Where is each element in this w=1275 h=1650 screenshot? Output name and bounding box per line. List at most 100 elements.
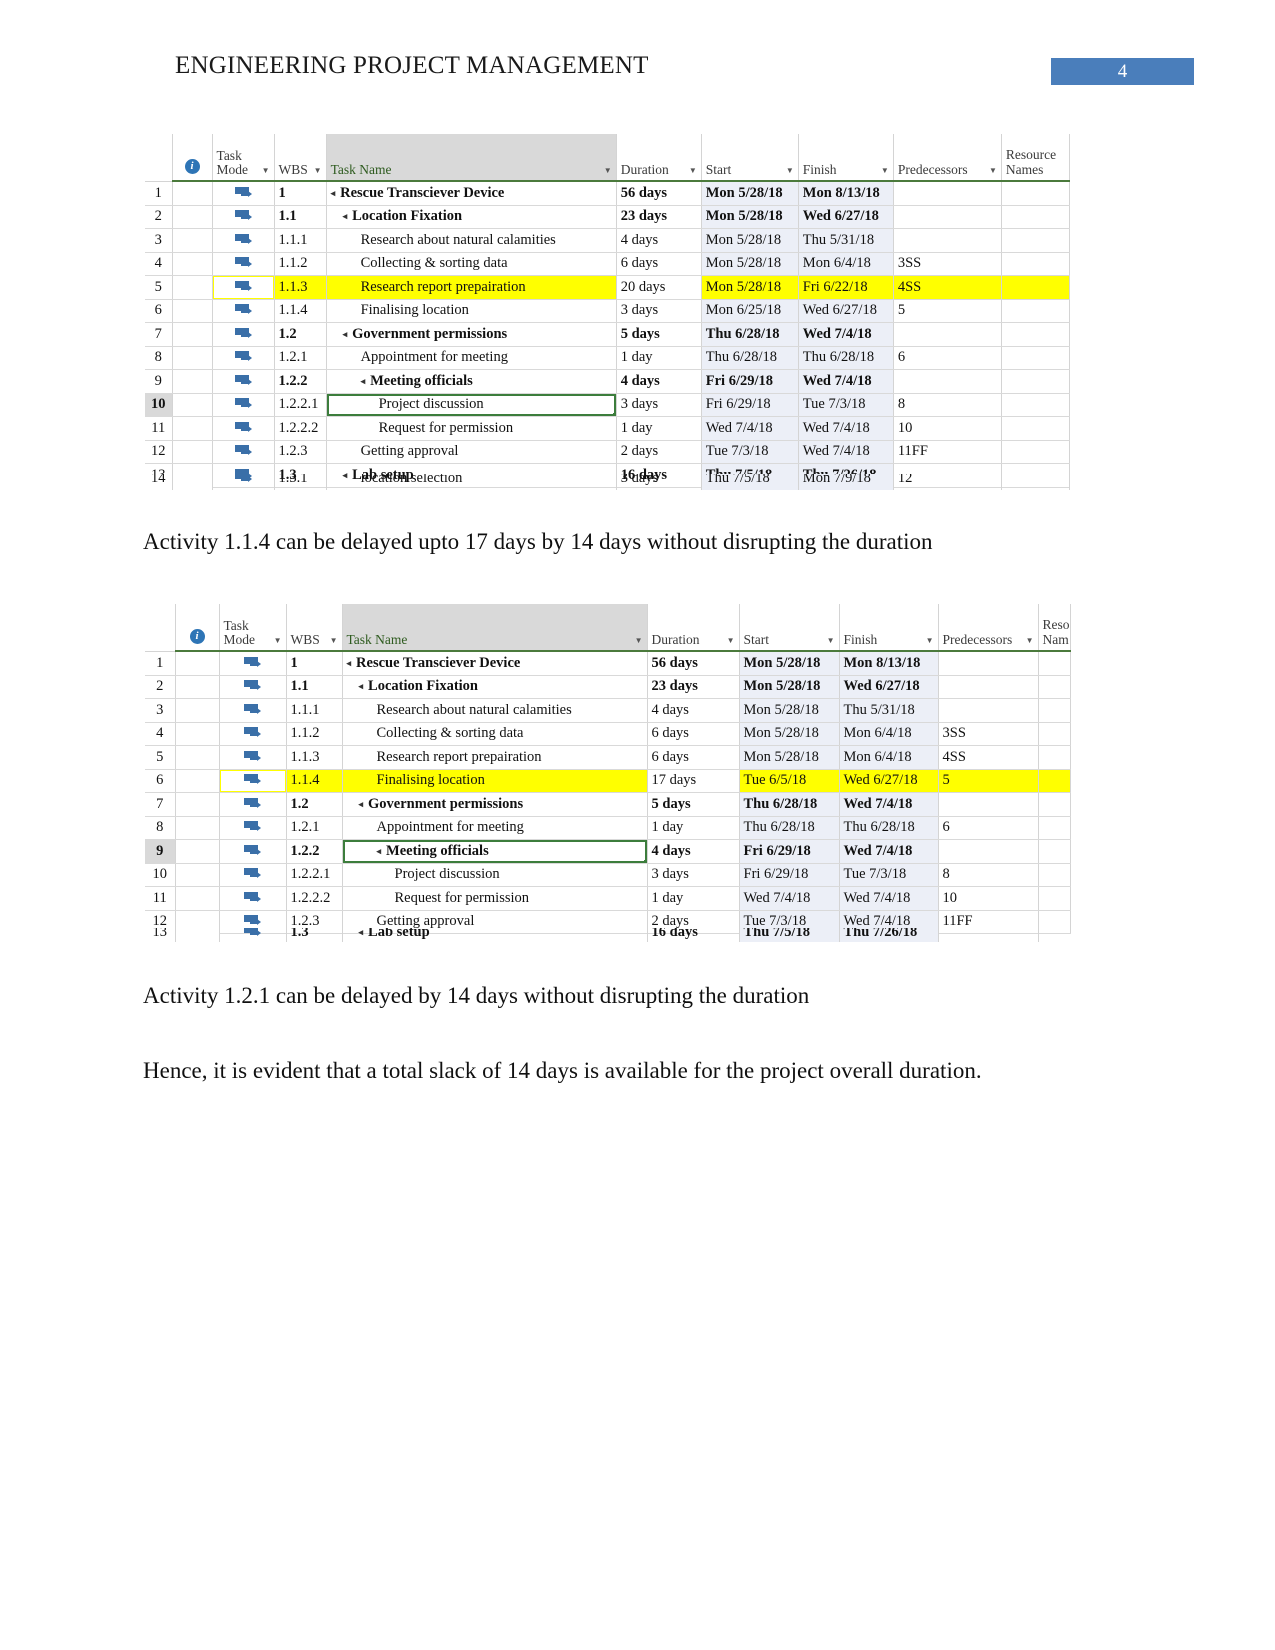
resource-names-cell[interactable] [1001, 252, 1071, 276]
table-row[interactable]: 11 1.2.2.2 Request for permission 1 day Wed … [145, 416, 1071, 441]
predecessors-cell[interactable]: 10 [893, 416, 1002, 441]
resource-names-cell[interactable] [1001, 474, 1070, 490]
finish-date-cell[interactable]: Wed 7/4/18 [798, 369, 894, 394]
row-number-cell[interactable]: 10 [145, 393, 173, 417]
task-name-cell[interactable]: Getting approval [326, 440, 617, 464]
resource-names-cell[interactable] [1038, 863, 1071, 887]
row-number-cell[interactable]: 4 [145, 252, 173, 276]
resource-names-cell[interactable] [1001, 322, 1071, 347]
auto-schedule-icon[interactable] [244, 844, 261, 858]
auto-schedule-icon[interactable] [244, 656, 261, 670]
task-name-cell[interactable]: Project discussion [342, 863, 648, 887]
chevron-down-icon[interactable]: ▼ [330, 637, 338, 647]
row-number-cell[interactable]: 7 [145, 322, 173, 347]
row-number-cell[interactable]: 6 [145, 299, 173, 323]
indicator-cell[interactable] [172, 369, 213, 394]
finish-date-cell[interactable]: Mon 8/13/18 [798, 181, 894, 206]
collapse-triangle-icon[interactable]: ◂ [347, 658, 352, 668]
duration-cell[interactable]: 3 days [647, 863, 740, 887]
chevron-down-icon[interactable]: ▼ [604, 167, 612, 177]
task-mode-cell[interactable] [212, 181, 275, 206]
auto-schedule-icon[interactable] [234, 304, 252, 317]
table-row[interactable]: 14 1.3.1 location selection 3 days Thu 7/5/1… [145, 474, 1070, 490]
wbs-cell[interactable]: 1.1.2 [286, 722, 343, 746]
task-mode-cell[interactable] [219, 675, 287, 699]
indicator-cell[interactable] [172, 474, 213, 490]
task-name-cell[interactable]: Collecting & sorting data [326, 252, 617, 276]
finish-date-cell[interactable]: Mon 6/4/18 [839, 722, 939, 746]
table-row[interactable]: 7 1.2 ◂ Government permissions 5 days Thu 6/2… [145, 792, 1071, 817]
duration-cell[interactable]: 6 days [647, 722, 740, 746]
indicator-cell[interactable] [172, 275, 213, 300]
predecessors-cell[interactable]: 8 [938, 863, 1039, 887]
task-mode-cell[interactable] [219, 769, 287, 793]
finish-date-cell[interactable]: Wed 7/4/18 [798, 440, 894, 464]
start-date-cell[interactable]: Tue 6/5/18 [739, 769, 840, 793]
indicator-cell[interactable] [175, 792, 220, 817]
predecessors-column-header[interactable]: Predecessors ▼ [938, 604, 1039, 652]
resource-names-cell[interactable] [1038, 722, 1071, 746]
start-column-header[interactable]: Start ▼ [701, 134, 799, 182]
task-mode-cell[interactable] [219, 651, 287, 676]
task-mode-cell[interactable] [219, 886, 287, 911]
table-row[interactable]: 3 1.1.1 Research about natural calamities 4… [145, 228, 1071, 253]
task-mode-cell[interactable] [219, 839, 287, 864]
chevron-down-icon[interactable]: ▼ [635, 637, 643, 647]
row-number-cell[interactable]: 14 [145, 474, 173, 490]
task-name-cell[interactable]: ◂ Meeting officials [326, 369, 617, 394]
auto-schedule-icon[interactable] [234, 445, 252, 458]
task-name-cell[interactable]: ◂ Meeting officials [342, 839, 648, 864]
wbs-cell[interactable]: 1.2.1 [274, 346, 327, 370]
table-row[interactable]: 12 1.2.3 Getting approval 2 days Tue 7/3/18 W… [145, 440, 1071, 464]
finish-date-cell[interactable]: Fri 6/22/18 [798, 275, 894, 300]
resource-names-cell[interactable] [1001, 275, 1071, 300]
auto-schedule-icon[interactable] [234, 233, 252, 247]
resource-names-column-header[interactable]: Reso Nam [1038, 604, 1071, 652]
table-row[interactable]: 4 1.1.2 Collecting & sorting data 6 days Mon… [145, 722, 1071, 746]
task-mode-cell[interactable] [219, 928, 287, 942]
table-row[interactable]: 1 1 ◂ Rescue Transciever Device 56 days Mon 5… [145, 181, 1071, 206]
task-name-cell[interactable]: ◂ Lab setup [342, 928, 648, 942]
wbs-cell[interactable]: 1.2.1 [286, 816, 343, 840]
start-date-cell[interactable]: Tue 7/3/18 [701, 440, 799, 464]
task-mode-cell[interactable] [212, 416, 275, 441]
wbs-cell[interactable]: 1.2.2.1 [274, 393, 327, 417]
auto-schedule-icon[interactable] [234, 186, 252, 200]
start-date-cell[interactable]: Mon 5/28/18 [701, 252, 799, 276]
finish-date-cell[interactable]: Mon 8/13/18 [839, 651, 939, 676]
table-row[interactable]: 4 1.1.2 Collecting & sorting data 6 days Mon… [145, 252, 1071, 276]
finish-date-cell[interactable]: Wed 7/4/18 [839, 792, 939, 817]
table-row[interactable]: 10 1.2.2.1 Project discussion 3 days Fri 6/2… [145, 863, 1071, 887]
task-name-cell[interactable]: ◂ Location Fixation [326, 205, 617, 229]
wbs-cell[interactable]: 1.2.2 [286, 839, 343, 864]
resource-names-cell[interactable] [1001, 393, 1071, 417]
start-date-cell[interactable]: Fri 6/29/18 [701, 393, 799, 417]
indicator-cell[interactable] [172, 440, 213, 464]
predecessors-cell[interactable]: 3SS [893, 252, 1002, 276]
duration-cell[interactable]: 17 days [647, 769, 740, 793]
finish-date-cell[interactable]: Wed 7/4/18 [798, 416, 894, 441]
predecessors-cell[interactable]: 8 [893, 393, 1002, 417]
duration-cell[interactable]: 23 days [616, 205, 702, 229]
predecessors-cell[interactable] [938, 792, 1039, 817]
chevron-down-icon[interactable]: ▼ [1026, 637, 1034, 647]
duration-cell[interactable]: 6 days [616, 252, 702, 276]
auto-schedule-icon[interactable] [234, 421, 252, 435]
start-date-cell[interactable]: Mon 5/28/18 [701, 275, 799, 300]
indicator-cell[interactable] [175, 675, 220, 699]
resource-names-cell[interactable] [1001, 205, 1071, 229]
table-row[interactable]: 2 1.1 ◂ Location Fixation 23 days Mon 5/28/18… [145, 675, 1071, 699]
table-row[interactable]: 11 1.2.2.2 Request for permission 1 day Wed … [145, 886, 1071, 911]
predecessors-cell[interactable]: 5 [893, 299, 1002, 323]
task-mode-cell[interactable] [219, 863, 287, 887]
predecessors-cell[interactable]: 10 [938, 886, 1039, 911]
resource-names-cell[interactable] [1038, 928, 1070, 942]
task-name-cell[interactable]: Collecting & sorting data [342, 722, 648, 746]
task-mode-cell[interactable] [212, 252, 275, 276]
row-number-cell[interactable]: 8 [145, 346, 173, 370]
collapse-triangle-icon[interactable]: ◂ [359, 928, 364, 937]
chevron-down-icon[interactable]: ▼ [827, 637, 835, 647]
indicator-cell[interactable] [175, 839, 220, 864]
predecessors-cell[interactable] [893, 205, 1002, 229]
predecessors-cell[interactable] [938, 928, 1039, 942]
